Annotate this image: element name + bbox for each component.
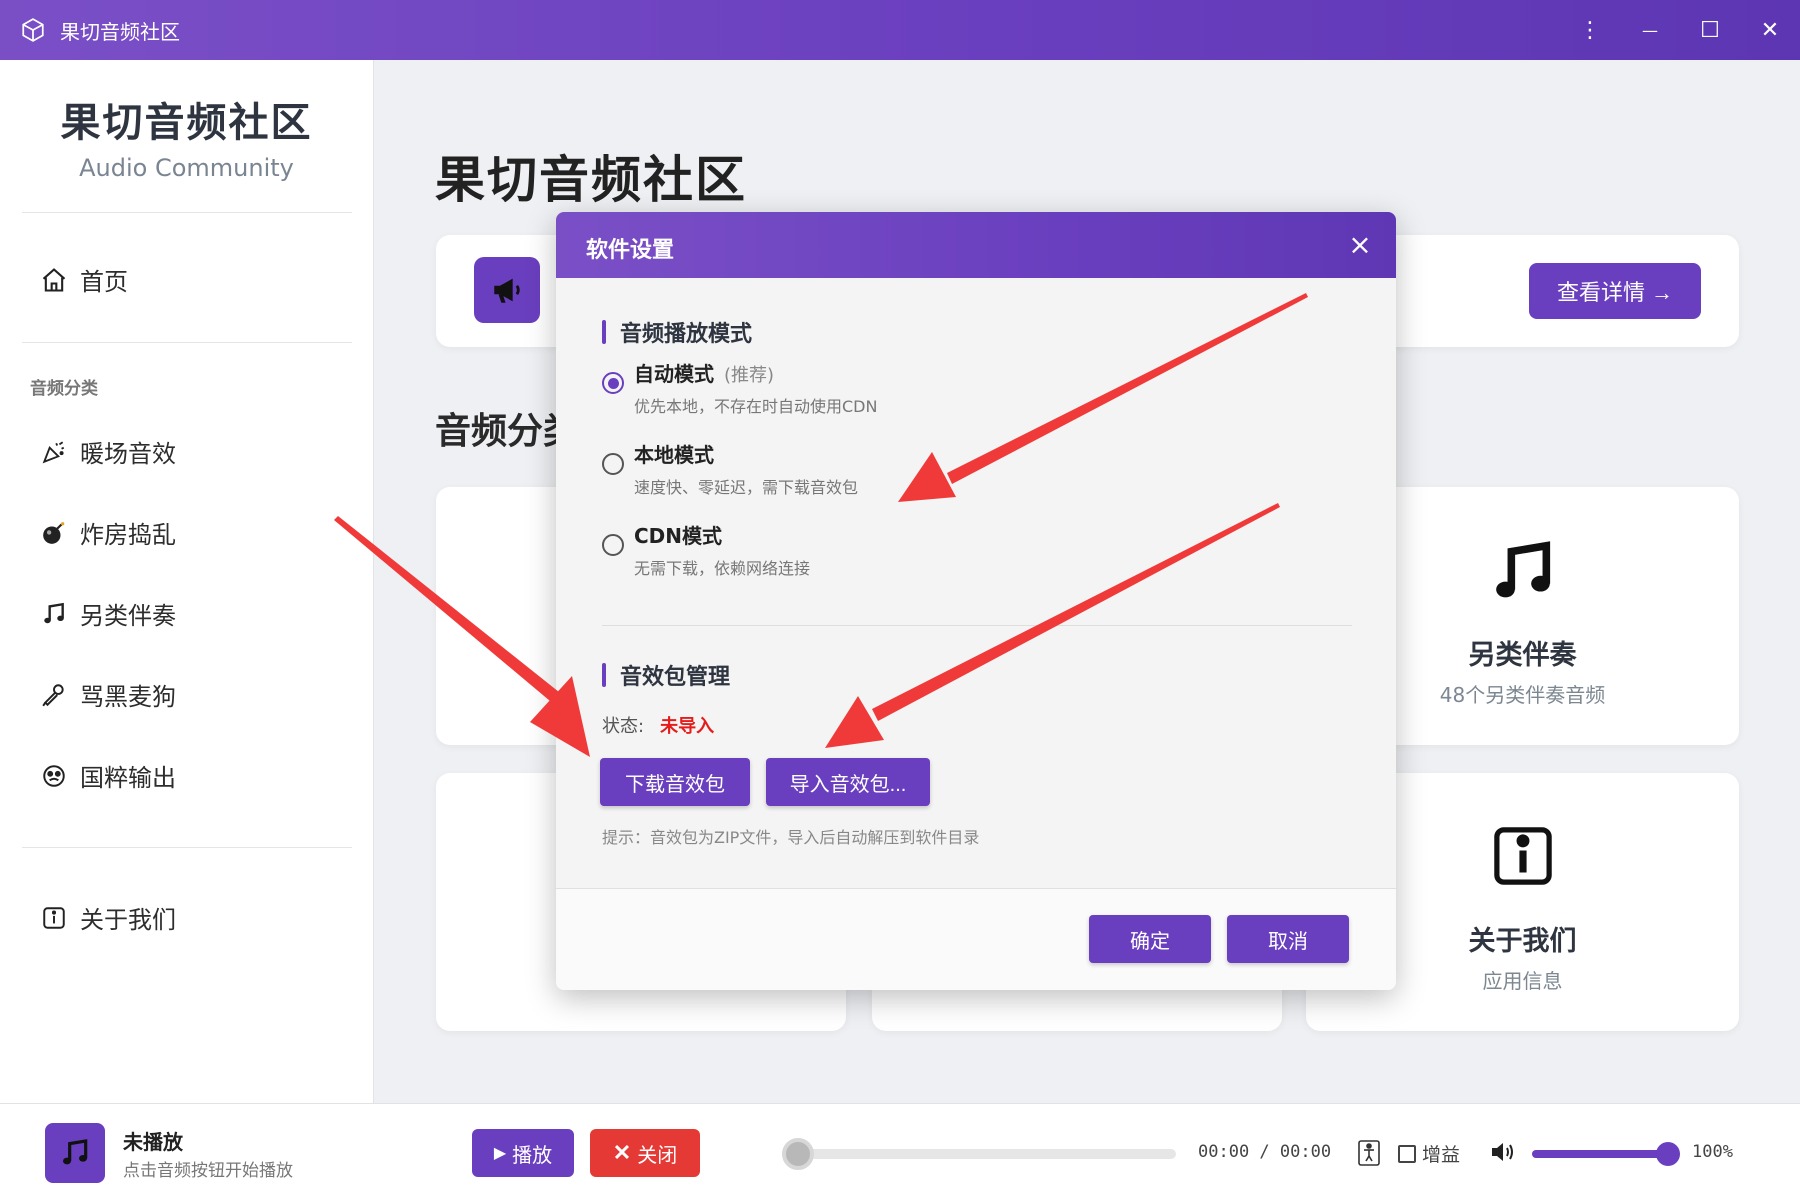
time-readout: 00:00 / 00:00 — [1198, 1142, 1332, 1162]
confirm-button[interactable]: 确定 — [1089, 915, 1211, 963]
volume-button[interactable] — [1490, 1140, 1516, 1164]
home-icon — [40, 266, 68, 294]
sidebar: 果切音频社区 Audio Community 首页 音频分类 暖场音效 炸房捣乱… — [0, 60, 374, 1103]
accessibility-icon — [1358, 1140, 1380, 1166]
pack-management-heading: 音效包管理 — [602, 659, 730, 691]
status-value: 未导入 — [660, 716, 715, 737]
heading-text: 音效包管理 — [620, 665, 731, 690]
now-playing-subtitle: 点击音频按钮开始播放 — [123, 1161, 293, 1181]
dialog-footer: 确定 取消 — [556, 888, 1396, 990]
sidebar-item-home[interactable]: 首页 — [40, 262, 128, 297]
info-icon — [40, 904, 68, 932]
dialog-title: 软件设置 — [586, 238, 675, 263]
pack-hint: 提示：音效包为ZIP文件，导入后自动解压到软件目录 — [602, 828, 980, 847]
mode-label: 本地模式 — [634, 443, 714, 467]
stop-label: 关闭 — [637, 1144, 678, 1167]
radio-button[interactable] — [602, 534, 624, 556]
info-icon — [1493, 827, 1552, 885]
now-playing-title: 未播放 — [123, 1130, 183, 1154]
divider — [22, 342, 352, 343]
dialog-header: 软件设置 × — [556, 212, 1396, 278]
play-button[interactable]: ▶ 播放 — [472, 1129, 574, 1177]
mode-option-auto[interactable]: 自动模式 (推荐) 优先本地，不存在时自动使用CDN — [602, 358, 877, 417]
cancel-button[interactable]: 取消 — [1227, 915, 1349, 963]
mode-option-local[interactable]: 本地模式 速度快、零延迟，需下载音效包 — [602, 439, 858, 498]
speaker-icon — [1492, 1143, 1513, 1161]
progress-handle[interactable] — [782, 1138, 814, 1170]
divider — [22, 212, 352, 213]
party-popper-icon — [40, 438, 68, 466]
status-label: 状态: — [602, 716, 645, 737]
heading-accent — [602, 320, 606, 344]
sidebar-item-label: 首页 — [80, 268, 128, 296]
radio-button[interactable] — [602, 372, 624, 394]
volume-handle[interactable] — [1656, 1142, 1680, 1166]
music-note-icon — [1495, 541, 1550, 598]
sidebar-item-roast[interactable]: 骂黑麦狗 — [40, 677, 176, 712]
pack-status: 状态: 未导入 — [602, 712, 714, 738]
microphone-icon — [40, 681, 68, 709]
close-icon: × — [1348, 227, 1372, 261]
sidebar-item-label: 关于我们 — [80, 906, 176, 934]
sidebar-item-label: 国粹输出 — [80, 764, 176, 792]
megaphone-icon — [474, 257, 540, 323]
mode-label: 自动模式 — [634, 362, 714, 386]
mode-option-cdn[interactable]: CDN模式 无需下载，依赖网络连接 — [602, 520, 810, 579]
gain-checkbox[interactable]: 增益 — [1398, 1140, 1460, 1167]
play-label: 播放 — [512, 1144, 553, 1167]
nav-group-label: 音频分类 — [30, 379, 98, 399]
mode-tag: (推荐) — [724, 365, 775, 386]
import-pack-button[interactable]: 导入音效包... — [766, 758, 930, 806]
gain-label: 增益 — [1422, 1144, 1461, 1166]
player-bar: 未播放 点击音频按钮开始播放 ▶ 播放 ✕ 关闭 00:00 / 00:00 增… — [0, 1103, 1800, 1200]
gain-toggle[interactable] — [1358, 1140, 1380, 1166]
view-details-button[interactable]: 查看详情 → — [1529, 263, 1701, 319]
sidebar-item-label: 炸房捣乱 — [80, 521, 176, 549]
sidebar-item-label: 骂黑麦狗 — [80, 683, 176, 711]
mode-description: 优先本地，不存在时自动使用CDN — [634, 397, 878, 416]
progress-track[interactable] — [782, 1149, 1176, 1159]
checkbox[interactable] — [1398, 1144, 1416, 1163]
heading-text: 音频播放模式 — [620, 322, 753, 347]
mode-label: CDN模式 — [634, 524, 723, 548]
window-title: 果切音频社区 — [60, 19, 180, 44]
download-pack-button[interactable]: 下载音效包 — [600, 758, 750, 806]
cube-icon — [22, 18, 44, 42]
brand: 果切音频社区 Audio Community — [0, 90, 373, 182]
sidebar-item-label: 暖场音效 — [80, 440, 176, 468]
maximize-button[interactable]: ☐ — [1680, 0, 1740, 60]
settings-dialog: 软件设置 × 音频播放模式 自动模式 (推荐) 优先本地，不存在时自动使用CDN … — [556, 212, 1396, 990]
close-icon: ✕ — [612, 1140, 632, 1165]
mode-description: 速度快、零延迟，需下载音效包 — [634, 478, 859, 497]
brand-subtitle: Audio Community — [79, 154, 294, 182]
sidebar-item-disrupt[interactable]: 炸房捣乱 — [40, 515, 176, 550]
volume-readout: 100% — [1692, 1142, 1733, 1162]
music-note-icon — [40, 600, 68, 628]
music-note-icon — [45, 1123, 105, 1183]
divider — [22, 847, 352, 848]
mode-description: 无需下载，依赖网络连接 — [634, 559, 811, 578]
brand-title: 果切音频社区 — [60, 100, 313, 146]
menu-button[interactable]: ⋮ — [1560, 0, 1620, 60]
bomb-icon — [40, 519, 68, 547]
sidebar-item-warmup[interactable]: 暖场音效 — [40, 434, 176, 469]
divider — [602, 625, 1352, 626]
close-window-button[interactable]: ✕ — [1740, 0, 1800, 60]
heading-accent — [602, 663, 606, 687]
minimize-button[interactable]: — — [1620, 0, 1680, 60]
playback-mode-heading: 音频播放模式 — [602, 316, 752, 348]
volume-fill — [1532, 1150, 1669, 1158]
sidebar-item-accompaniment[interactable]: 另类伴奏 — [40, 596, 176, 631]
radio-button[interactable] — [602, 453, 624, 475]
mask-icon — [40, 762, 68, 790]
sidebar-item-about[interactable]: 关于我们 — [40, 900, 176, 935]
sidebar-item-national[interactable]: 国粹输出 — [40, 758, 176, 793]
page-title: 果切音频社区 — [435, 151, 747, 209]
title-bar: 果切音频社区 ⋮ — ☐ ✕ — [0, 0, 1800, 60]
sidebar-item-label: 另类伴奏 — [80, 602, 176, 630]
dialog-close-button[interactable]: × — [1342, 226, 1378, 262]
stop-button[interactable]: ✕ 关闭 — [590, 1129, 700, 1177]
play-icon: ▶ — [493, 1145, 507, 1162]
